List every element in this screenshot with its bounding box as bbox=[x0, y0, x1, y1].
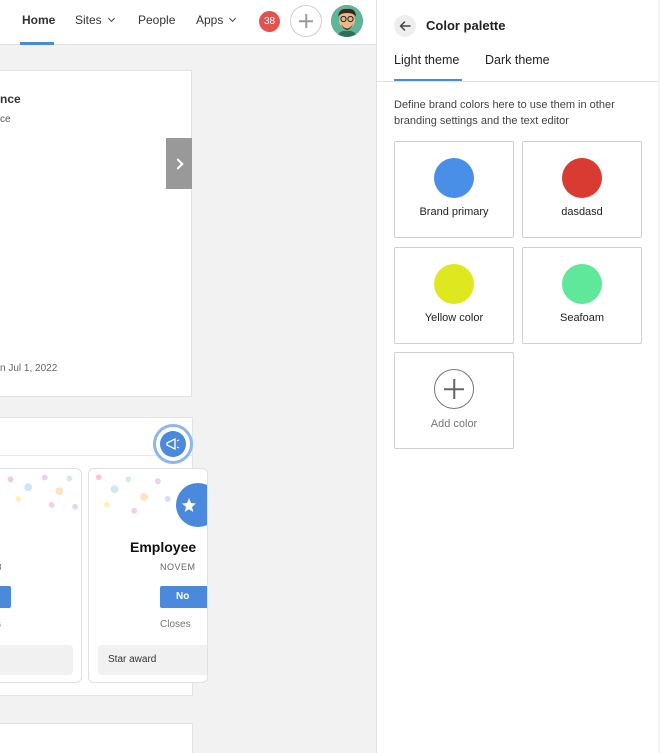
avatar[interactable] bbox=[331, 5, 363, 37]
panel-title: Color palette bbox=[426, 18, 506, 33]
color-palette-panel: Color palette Light theme Dark theme Def… bbox=[376, 0, 658, 753]
chevron-down-icon bbox=[229, 14, 237, 23]
color-dot bbox=[434, 264, 474, 304]
nav-apps[interactable]: Apps bbox=[196, 13, 237, 27]
award-date: 23 bbox=[0, 562, 2, 572]
award-date: NOVEM bbox=[160, 562, 196, 572]
theme-tabs: Light theme Dark theme bbox=[377, 44, 658, 82]
add-color-button[interactable]: Add color bbox=[394, 352, 514, 449]
award-nominate-button[interactable] bbox=[0, 586, 11, 608]
nav-people[interactable]: People bbox=[138, 13, 175, 27]
tab-light-theme[interactable]: Light theme bbox=[394, 53, 459, 67]
color-dot bbox=[562, 264, 602, 304]
color-swatch-dasdasd[interactable]: dasdasd bbox=[522, 141, 642, 238]
color-dot bbox=[562, 158, 602, 198]
color-name: dasdasd bbox=[561, 206, 603, 218]
feed-card-subtitle: ce bbox=[0, 114, 11, 125]
color-name: Seafoam bbox=[559, 312, 605, 324]
award-closes-text: ys bbox=[0, 619, 1, 630]
confetti-decoration bbox=[7, 474, 79, 510]
megaphone-icon bbox=[164, 435, 182, 453]
award-nominate-button[interactable]: No bbox=[160, 586, 207, 608]
color-swatch-brand-primary[interactable]: Brand primary bbox=[394, 141, 514, 238]
carousel-next-button[interactable] bbox=[166, 138, 192, 189]
award-tag bbox=[0, 645, 73, 675]
tab-dark-theme[interactable]: Dark theme bbox=[485, 53, 550, 67]
chevron-down-icon bbox=[107, 14, 115, 23]
color-name: Yellow color bbox=[424, 312, 484, 324]
feed-card-date: n Jul 1, 2022 bbox=[0, 363, 58, 374]
plus-icon bbox=[434, 369, 474, 409]
active-tab-indicator bbox=[394, 79, 462, 81]
award-card[interactable]: l 23 ys bbox=[0, 468, 82, 683]
feed-card: nce ce n Jul 1, 2022 bbox=[0, 70, 192, 397]
nav-home[interactable]: Home bbox=[22, 13, 55, 27]
nav-home-active-indicator bbox=[20, 42, 54, 45]
nav-sites[interactable]: Sites bbox=[75, 13, 115, 27]
star-icon bbox=[182, 498, 196, 512]
color-name: Brand primary bbox=[419, 206, 489, 218]
add-color-label: Add color bbox=[430, 418, 478, 430]
color-swatch-seafoam[interactable]: Seafoam bbox=[522, 247, 642, 344]
arrow-left-icon bbox=[399, 21, 411, 31]
award-closes-text: Closes bbox=[160, 619, 191, 630]
award-star-badge bbox=[176, 483, 207, 527]
notification-badge[interactable]: 38 bbox=[259, 11, 280, 32]
award-card[interactable]: Employee NOVEM No Closes Star award bbox=[88, 468, 208, 683]
palette-description: Define brand colors here to use them in … bbox=[394, 99, 615, 127]
color-dot bbox=[434, 158, 474, 198]
top-navigation: Home Sites People Apps 38 bbox=[0, 0, 376, 45]
feed-card-title: nce bbox=[0, 92, 21, 106]
create-button[interactable] bbox=[290, 5, 322, 37]
back-button[interactable] bbox=[394, 15, 416, 37]
feed-card bbox=[0, 723, 193, 753]
award-tag: Star award bbox=[98, 645, 207, 675]
award-title: Employee bbox=[130, 539, 197, 555]
color-swatch-yellow-color[interactable]: Yellow color bbox=[394, 247, 514, 344]
chevron-right-icon bbox=[171, 157, 184, 170]
avatar-illustration-icon bbox=[331, 5, 363, 37]
